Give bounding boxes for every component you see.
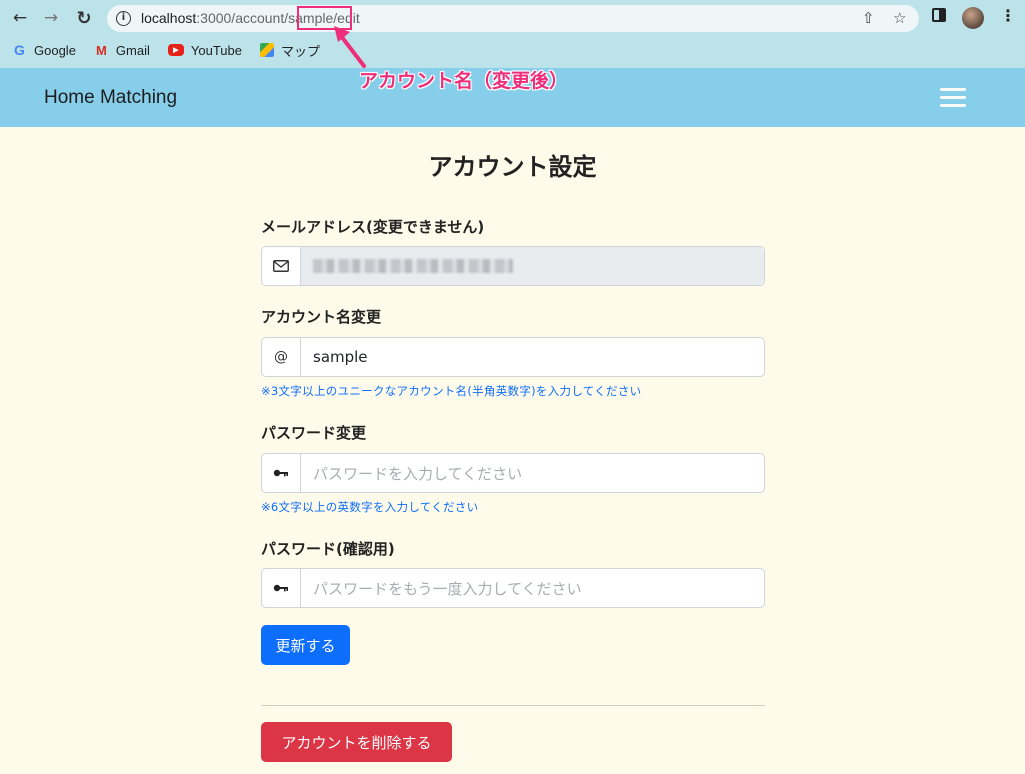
email-field-group — [261, 246, 765, 286]
password-help: ※6文字以上の英数字を入力してください — [261, 500, 479, 514]
update-button[interactable]: 更新する — [261, 625, 350, 665]
gmail-icon: M — [96, 42, 107, 58]
email-field — [301, 247, 764, 285]
bookmarks-bar: G Google M Gmail ▶ YouTube マップ — [0, 38, 326, 62]
password-confirm-field-group: パスワードをもう一度入力してください — [261, 568, 765, 608]
maps-icon — [259, 43, 274, 57]
page-title: アカウント設定 — [428, 153, 597, 181]
password-field-group: パスワードを入力してください — [261, 453, 765, 493]
password-confirm-label: パスワード(確認用) — [261, 540, 395, 558]
brand-link[interactable]: Home Matching — [44, 87, 177, 109]
sidebar-panel-icon[interactable] — [932, 8, 946, 22]
key-icon — [262, 569, 301, 607]
blurred-email-value — [313, 259, 513, 273]
back-arrow-icon[interactable]: ← — [7, 6, 33, 30]
youtube-icon: ▶ — [167, 44, 184, 56]
url-path-before: :3000/account/ — [196, 10, 289, 26]
account-name-field-group: @ sample — [261, 337, 765, 377]
password-confirm-input[interactable]: パスワードをもう一度入力してください — [301, 569, 764, 607]
email-label: メールアドレス(変更できません) — [261, 218, 485, 236]
bookmark-gmail[interactable]: M Gmail — [94, 43, 150, 58]
password-label: パスワード変更 — [261, 424, 367, 442]
bookmark-label: Gmail — [115, 42, 150, 58]
account-name-label: アカウント名変更 — [261, 308, 382, 326]
key-icon — [262, 454, 301, 492]
bookmark-google[interactable]: G Google — [12, 42, 76, 58]
avatar[interactable] — [962, 7, 984, 29]
url-host: localhost — [141, 10, 197, 26]
at-sign-prefix: @ — [262, 338, 301, 376]
more-vert-icon[interactable]: ⋮ — [1000, 6, 1016, 25]
forward-arrow-icon[interactable]: → — [38, 6, 64, 30]
reload-icon[interactable]: ↻ — [71, 6, 97, 30]
password-input[interactable]: パスワードを入力してください — [301, 454, 764, 492]
browser-chrome: ← → ↻ i localhost:3000/account/sample/ed… — [0, 0, 1025, 68]
account-name-input[interactable]: sample — [301, 338, 764, 376]
address-bar[interactable]: i localhost:3000/account/sample/edit ⇧ ☆ — [107, 5, 919, 32]
delete-account-button[interactable]: アカウントを削除する — [261, 722, 452, 762]
site-info-icon[interactable]: i — [116, 11, 131, 26]
star-icon[interactable]: ☆ — [893, 9, 906, 27]
bookmark-label: Google — [34, 42, 76, 58]
google-icon: G — [14, 42, 25, 58]
divider — [261, 705, 765, 706]
bookmark-maps[interactable]: マップ — [259, 41, 320, 60]
account-name-help: ※3文字以上のユニークなアカウント名(半角英数字)を入力してください — [261, 384, 642, 398]
annotation-label: アカウント名（変更後） — [359, 70, 569, 92]
bookmark-youtube[interactable]: ▶ YouTube — [167, 42, 242, 58]
bookmark-label: マップ — [280, 43, 320, 59]
share-icon[interactable]: ⇧ — [862, 9, 875, 27]
hamburger-menu-icon[interactable] — [940, 88, 966, 108]
bookmark-label: YouTube — [190, 42, 242, 58]
envelope-icon — [262, 247, 301, 285]
